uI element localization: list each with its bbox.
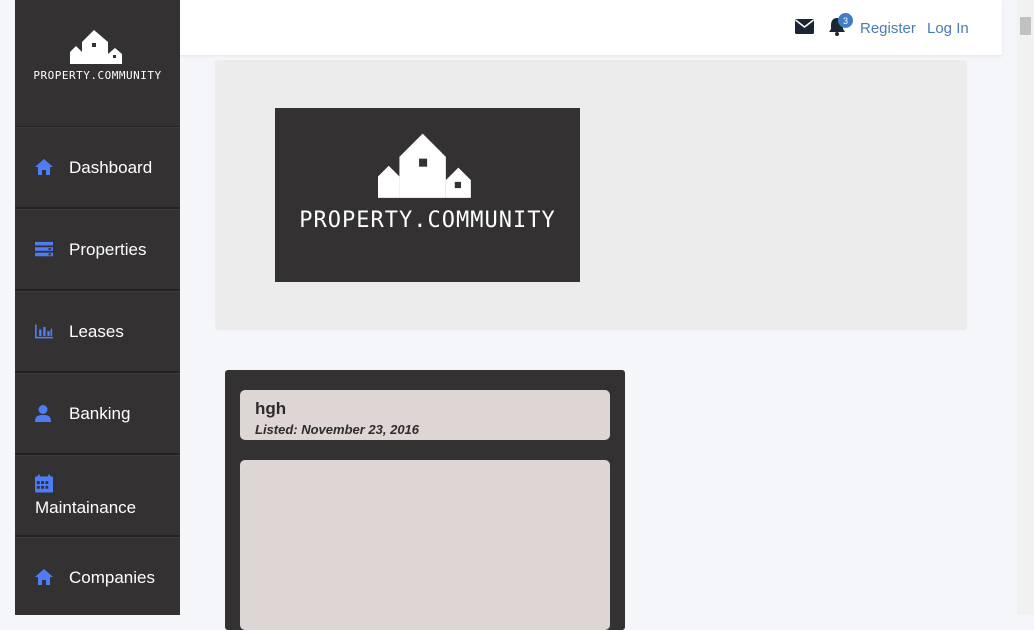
header-banner: PROPERTY.COMMUNITY bbox=[215, 60, 967, 330]
sidebar-item-label: Companies bbox=[69, 567, 155, 587]
logo-text: PROPERTY.COMMUNITY bbox=[299, 208, 556, 233]
scrollbar-thumb[interactable] bbox=[1020, 17, 1031, 35]
sidebar-item-companies[interactable]: Companies bbox=[15, 537, 180, 615]
property-card[interactable]: hgh Listed: November 23, 2016 bbox=[225, 370, 625, 630]
house-logo-icon bbox=[377, 133, 471, 198]
property-card-header: hgh Listed: November 23, 2016 bbox=[240, 390, 610, 440]
sidebar-item-maintainance[interactable]: Maintainance bbox=[15, 455, 180, 537]
calendar-icon bbox=[35, 474, 53, 492]
property-listed-date: Listed: November 23, 2016 bbox=[255, 422, 420, 437]
sidebar-brand[interactable]: PROPERTY.COMMUNITY bbox=[15, 0, 180, 127]
envelope-icon[interactable] bbox=[795, 19, 814, 39]
sidebar: PROPERTY.COMMUNITY Dashboard Properties … bbox=[15, 0, 180, 615]
sidebar-item-banking[interactable]: Banking bbox=[15, 373, 180, 455]
property-image-placeholder bbox=[240, 460, 610, 630]
sidebar-item-label: Maintainance bbox=[35, 497, 137, 517]
property-title: hgh bbox=[255, 399, 287, 418]
sidebar-item-label: Leases bbox=[69, 321, 124, 341]
top-navbar: 3 Register Log In bbox=[180, 0, 1002, 55]
sidebar-item-label: Dashboard bbox=[69, 157, 153, 177]
bar-chart-icon bbox=[35, 323, 53, 341]
brand-logo: PROPERTY.COMMUNITY bbox=[275, 108, 580, 282]
sidebar-item-properties[interactable]: Properties bbox=[15, 209, 180, 291]
user-icon bbox=[35, 404, 53, 423]
sidebar-item-dashboard[interactable]: Dashboard bbox=[15, 127, 180, 209]
sidebar-item-label: Banking bbox=[69, 403, 131, 423]
home-icon bbox=[35, 568, 53, 587]
brand-name: PROPERTY.COMMUNITY bbox=[33, 69, 162, 82]
home-icon bbox=[35, 158, 53, 177]
vertical-scrollbar[interactable] bbox=[1017, 0, 1034, 615]
register-link[interactable]: Register bbox=[860, 20, 916, 37]
notification-badge: 3 bbox=[838, 13, 853, 28]
sidebar-item-label: Properties bbox=[69, 239, 147, 259]
sidebar-item-leases[interactable]: Leases bbox=[15, 291, 180, 373]
server-icon bbox=[35, 241, 53, 259]
house-logo-icon bbox=[69, 30, 122, 64]
login-link[interactable]: Log In bbox=[927, 20, 969, 37]
